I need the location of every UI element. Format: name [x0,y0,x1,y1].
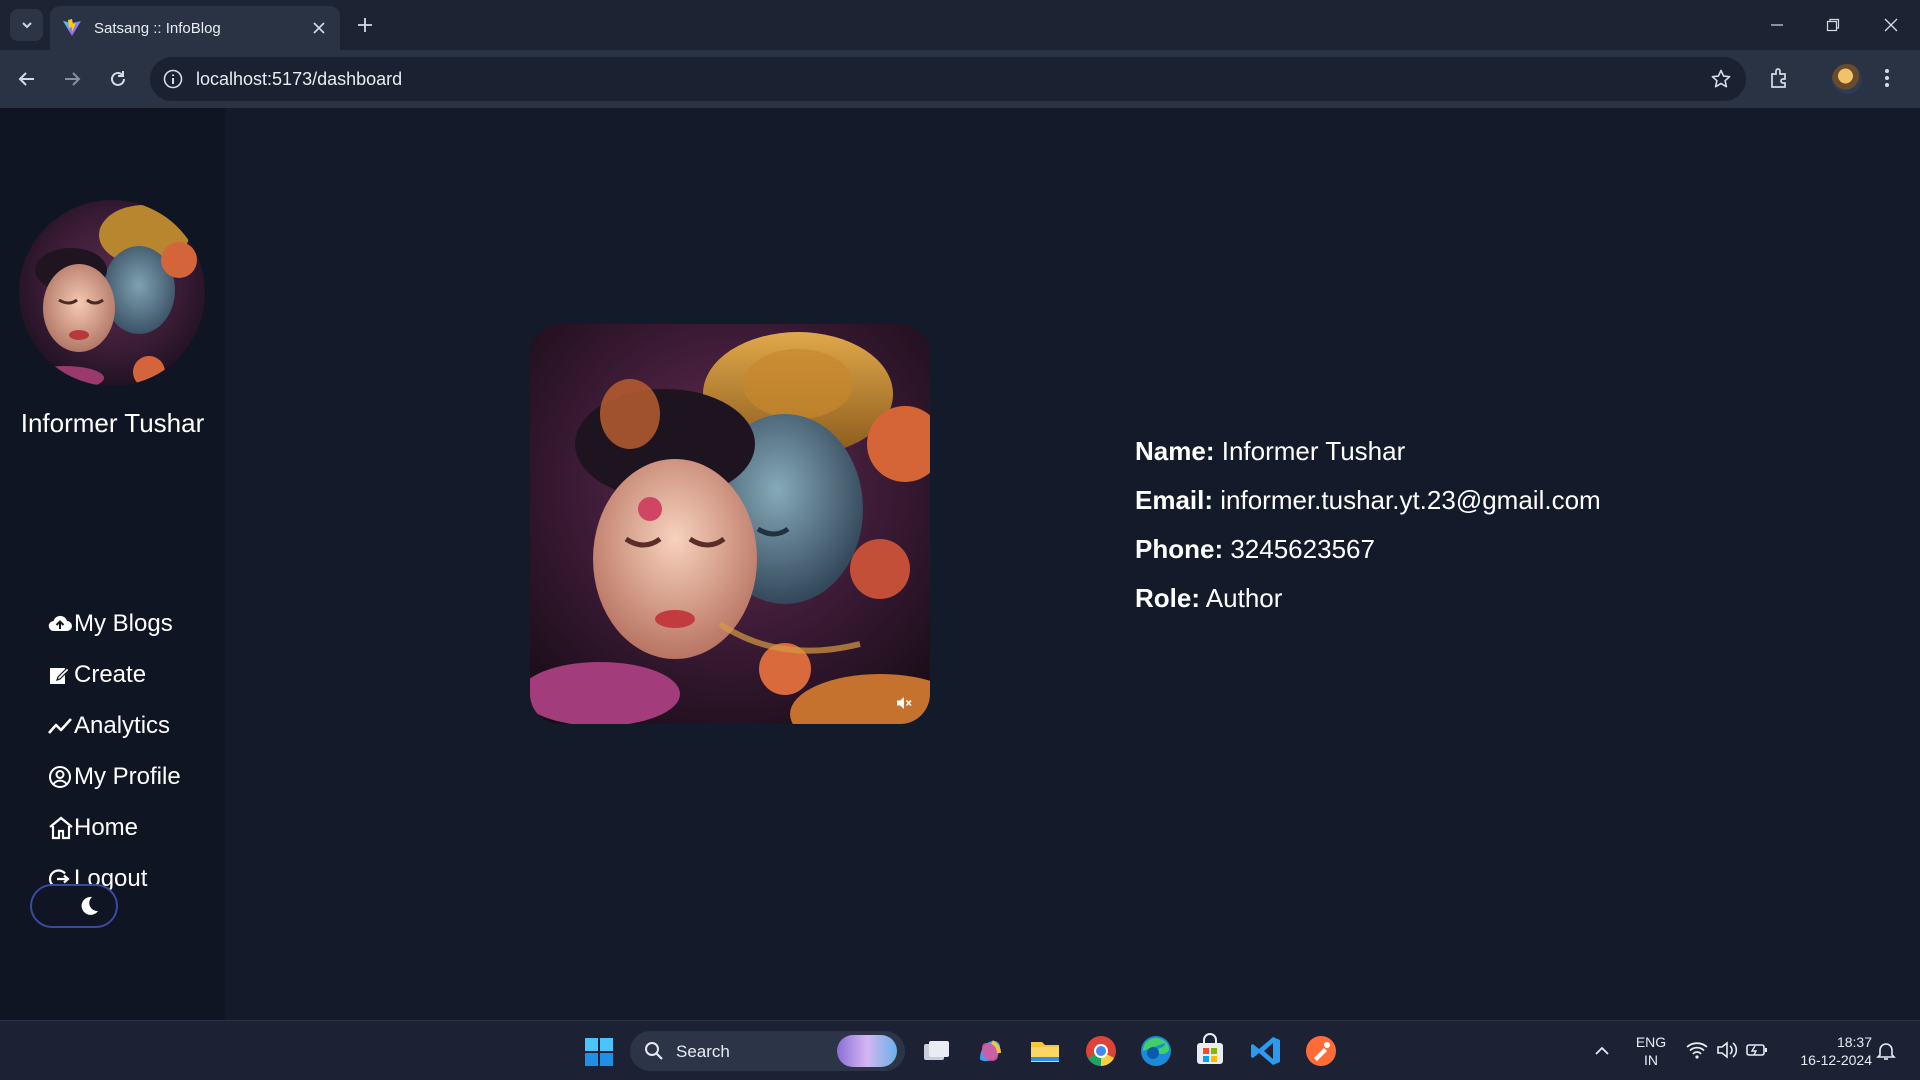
address-bar[interactable]: localhost:5173/dashboard [150,57,1746,101]
sidebar-item-home[interactable]: Home [48,790,181,841]
profile-details: Name: Informer Tushar Email: informer.tu… [1135,434,1601,630]
forward-button[interactable] [57,64,87,94]
sidebar-avatar [19,200,205,386]
back-button[interactable] [12,64,42,94]
profile-artwork [530,324,930,724]
close-window-button[interactable] [1878,12,1904,38]
profile-email-row: Email: informer.tushar.yt.23@gmail.com [1135,483,1601,532]
browser-profile-avatar[interactable] [1832,64,1862,94]
taskbar-search-label: Search [676,1042,730,1061]
role-label: Role: [1135,583,1200,613]
microsoft-store-icon[interactable] [1192,1033,1228,1069]
user-circle-icon [48,764,74,790]
minimize-button[interactable] [1764,12,1790,38]
url-text: localhost:5173/dashboard [196,69,403,89]
search-highlight-icon [837,1035,897,1067]
windows-start-icon[interactable] [584,1037,614,1067]
language-region: IN [1644,1052,1658,1068]
vscode-icon[interactable] [1248,1033,1284,1069]
close-tab-button[interactable] [308,17,330,39]
role-value: Author [1205,583,1283,613]
notification-bell-icon[interactable] [1876,1041,1896,1061]
sidebar-item-my-blogs[interactable]: My Blogs [48,586,181,637]
profile-image [530,324,930,724]
theme-toggle[interactable] [30,884,118,928]
email-label: Email: [1135,485,1214,515]
close-icon [313,22,325,34]
chrome-icon[interactable] [1083,1033,1119,1069]
browser-toolbar: localhost:5173/dashboard [0,50,1920,108]
reload-button[interactable] [103,64,133,94]
site-info-icon[interactable] [162,68,184,90]
clock[interactable]: 18:37 16-12-2024 [1782,1033,1872,1069]
close-icon [1884,18,1898,32]
sidebar-item-label: My Profile [74,763,181,790]
edit-icon [48,662,74,688]
cloud-upload-icon [48,611,74,637]
bookmark-star-icon[interactable] [1710,68,1732,90]
copilot-icon[interactable] [972,1033,1008,1069]
file-explorer-icon[interactable] [1027,1033,1063,1069]
volume-icon[interactable] [1716,1041,1738,1059]
os-taskbar: Search ENG IN 18:37 16-12-2024 [0,1020,1920,1080]
sidebar: Informer Tushar My Blogs Create Analytic… [0,108,225,1020]
reload-icon [111,71,125,86]
browser-tab[interactable]: Satsang :: InfoBlog [50,6,340,50]
taskbar-search[interactable]: Search [630,1031,905,1071]
wifi-icon[interactable] [1686,1041,1708,1059]
sidebar-item-label: Analytics [74,712,171,739]
sidebar-item-label: Home [74,814,139,841]
browser-tabstrip: Satsang :: InfoBlog [0,0,1920,50]
new-tab-button[interactable] [352,12,378,38]
language-indicator[interactable]: ENG IN [1630,1033,1672,1069]
sidebar-item-analytics[interactable]: Analytics [48,688,181,739]
vite-logo-icon [63,19,81,36]
phone-label: Phone: [1135,534,1224,564]
clock-date: 16-12-2024 [1800,1052,1872,1068]
battery-icon[interactable] [1746,1041,1768,1059]
sidebar-nav: My Blogs Create Analytics My Profile Hom… [48,586,181,892]
avatar-artwork [19,200,205,386]
phone-value: 3245623567 [1230,534,1375,564]
more-vertical-icon[interactable] [1883,66,1891,90]
arrow-left-icon [18,72,34,86]
extensions-puzzle-icon[interactable] [1768,66,1792,90]
sidebar-item-label: Create [74,661,147,688]
tab-title: Satsang :: InfoBlog [94,19,221,37]
profile-name-row: Name: Informer Tushar [1135,434,1601,483]
dashboard-app: Informer Tushar My Blogs Create Analytic… [0,108,1920,1020]
chart-line-icon [48,713,74,739]
chevron-up-icon[interactable] [1594,1043,1610,1059]
sidebar-item-create[interactable]: Create [48,637,181,688]
restore-button[interactable] [1820,12,1846,38]
edge-icon[interactable] [1138,1033,1174,1069]
clock-time: 18:37 [1836,1034,1872,1050]
minimize-icon [1771,24,1783,26]
search-icon [645,1042,663,1060]
tab-search-button[interactable] [10,9,43,41]
profile-phone-row: Phone: 3245623567 [1135,532,1601,581]
task-view-icon[interactable] [918,1033,954,1069]
home-icon [48,815,74,841]
language-code: ENG [1635,1034,1667,1050]
mute-icon[interactable] [896,696,912,710]
sidebar-user-name: Informer Tushar [20,408,205,438]
plus-icon [358,18,372,32]
profile-role-row: Role: Author [1135,581,1601,630]
email-value: informer.tushar.yt.23@gmail.com [1220,485,1601,515]
postman-icon[interactable] [1303,1033,1339,1069]
sidebar-item-my-profile[interactable]: My Profile [48,739,181,790]
sidebar-item-label: My Blogs [74,610,173,637]
chevron-down-icon [21,22,32,29]
moon-icon [81,896,98,915]
arrow-right-icon [65,72,81,86]
restore-icon [1826,18,1840,32]
name-value: Informer Tushar [1221,436,1406,466]
name-label: Name: [1135,436,1215,466]
